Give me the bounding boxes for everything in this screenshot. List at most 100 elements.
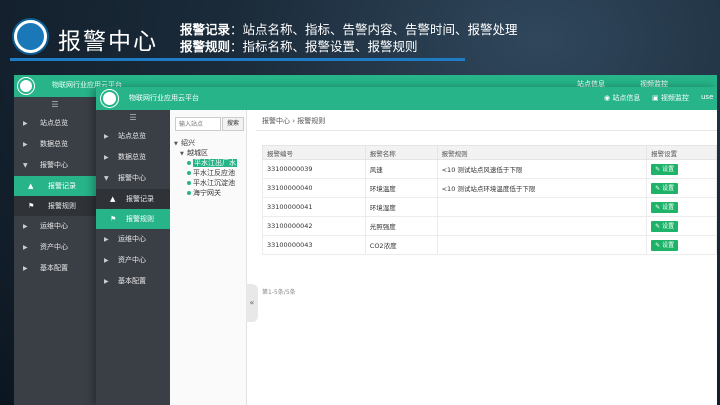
chevron-right-icon: ▶	[23, 265, 28, 272]
table-row: 33100000041 环境湿度 ✎ 设置	[262, 197, 717, 217]
desc-text: 指标名称、报警设置、报警规则	[242, 39, 418, 54]
sidebar-item-alarm-rules[interactable]: ⚑ 报警规则	[96, 209, 170, 229]
tree-leaf-site[interactable]: 平水江沉淀池	[174, 178, 237, 188]
chevron-right-icon: ▶	[104, 278, 109, 285]
settings-button[interactable]: ✎ 设置	[651, 163, 679, 175]
sidebar-item-label: 资产中心	[40, 243, 68, 251]
cell-rule	[436, 235, 648, 255]
front-app-window: 物联网行业应用云平台 ◉ 站点信息 ▣ 视频监控 use ☰ ▶ 站点总览 ▶ 数据…	[96, 87, 717, 405]
cell-action: ✎ 设置	[646, 159, 717, 179]
tree-leaf-site[interactable]: 海宁网关	[174, 188, 237, 198]
sidebar-item-basic-config[interactable]: ▶ 基本配置	[14, 258, 96, 279]
cell-name: 风速	[364, 159, 438, 179]
chevron-right-icon: ▶	[104, 236, 109, 243]
settings-button[interactable]: ✎ 设置	[651, 220, 679, 232]
back-sidebar: ☰ ▶ 站点总览 ▶ 数据总览 ▼ 报警中心 ▲ 报警记录 ⚑ 报警规则 ▶ 运维中心 ▶ 资…	[14, 97, 96, 405]
cell-rule	[436, 197, 648, 217]
sidebar-item-label: 报警规则	[48, 202, 76, 210]
sidebar-item-site-overview[interactable]: ▶ 站点总览	[14, 113, 96, 134]
column-header[interactable]: 报警规则	[436, 145, 648, 160]
cell-action: ✎ 设置	[646, 178, 717, 198]
video-monitor-link[interactable]: ▣ 视频监控	[652, 93, 689, 103]
sidebar-item-ops-center[interactable]: ▶ 运维中心	[14, 216, 96, 237]
divider	[256, 130, 717, 131]
site-dot-icon	[187, 191, 191, 195]
sidebar-item-asset-center[interactable]: ▶ 资产中心	[14, 237, 96, 258]
chevron-down-icon: ▼	[104, 175, 109, 182]
column-header[interactable]: 报警设置	[646, 145, 717, 160]
settings-button[interactable]: ✎ 设置	[651, 182, 679, 194]
sidebar-item-alarm-center[interactable]: ▼ 报警中心	[96, 168, 170, 189]
settings-button-label: 设置	[662, 241, 675, 249]
sidebar-item-alarm-rules[interactable]: ⚑ 报警规则	[14, 196, 96, 216]
slide-title: 报警中心	[58, 29, 158, 55]
sidebar-item-label: 基本配置	[40, 264, 68, 272]
cell-id: 33100000039	[262, 159, 366, 179]
sidebar-item-label: 站点总览	[118, 132, 146, 140]
chevron-right-icon: ▶	[23, 244, 28, 251]
settings-button-label: 设置	[662, 165, 675, 173]
sidebar-item-alarm-records[interactable]: ▲ 报警记录	[96, 189, 170, 209]
column-header[interactable]: 报警编号	[262, 145, 366, 160]
sidebar-item-ops-center[interactable]: ▶ 运维中心	[96, 229, 170, 250]
table-row: 33100000040 环境温度 <10 测试站点环境温度低于下限 ✎ 设置	[262, 178, 717, 198]
site-info-link[interactable]: ◉ 站点信息	[604, 93, 640, 103]
main-content: 报警中心 › 报警规则 报警编号 报警名称 报警规则 报警设置 33100000…	[256, 110, 717, 405]
search-button[interactable]: 搜索	[222, 117, 244, 131]
sidebar-item-label: 站点总览	[40, 119, 68, 127]
settings-button[interactable]: ✎ 设置	[651, 201, 679, 213]
tree-node-label: 绍兴	[181, 139, 195, 147]
settings-button-label: 设置	[662, 203, 675, 211]
sidebar-item-label: 报警记录	[48, 182, 76, 190]
sidebar-item-data-overview[interactable]: ▶ 数据总览	[96, 147, 170, 168]
menu-toggle-icon[interactable]: ☰	[14, 97, 96, 113]
menu-toggle-icon[interactable]: ☰	[96, 110, 170, 126]
sidebar-item-data-overview[interactable]: ▶ 数据总览	[14, 134, 96, 155]
front-sidebar: ☰ ▶ 站点总览 ▶ 数据总览 ▼ 报警中心 ▲ 报警记录 ⚑ 报警规则 ▶ 运维中心 ▶ 资…	[96, 110, 170, 405]
pagination-info: 第1-5条/5条	[262, 289, 296, 296]
sidebar-item-label: 报警记录	[126, 195, 154, 203]
sidebar-item-label: 运维中心	[40, 222, 68, 230]
tree-leaf-site[interactable]: 平水江反应池	[174, 168, 237, 178]
sidebar-item-label: 报警中心	[40, 161, 68, 169]
title-underline	[10, 58, 465, 61]
tree-leaf-site[interactable]: 平水江出厂水	[174, 158, 237, 168]
desc-sep: ：	[230, 22, 243, 37]
tree-node-label: 平水江反应池	[193, 169, 235, 177]
sidebar-item-label: 数据总览	[118, 153, 146, 161]
tree-node-root[interactable]: ▼ 绍兴	[174, 138, 237, 148]
cell-rule: <10 测试站点风速低于下限	[436, 159, 648, 179]
user-menu[interactable]: use	[701, 93, 713, 101]
breadcrumb: 报警中心 › 报警规则	[262, 117, 326, 125]
sidebar-item-alarm-center[interactable]: ▼ 报警中心	[14, 155, 96, 176]
settings-button-label: 设置	[662, 222, 675, 230]
flag-icon: ⚑	[28, 202, 35, 210]
site-info-label: 站点信息	[612, 94, 641, 102]
sidebar-item-label: 基本配置	[118, 277, 146, 285]
desc-key: 报警规则	[180, 39, 231, 54]
site-dot-icon	[187, 161, 191, 165]
chevron-right-icon: ▶	[104, 133, 109, 140]
sidebar-item-alarm-records[interactable]: ▲ 报警记录	[14, 176, 96, 196]
settings-button[interactable]: ✎ 设置	[651, 239, 679, 251]
title-circle-icon	[14, 20, 47, 53]
cell-action: ✎ 设置	[646, 216, 717, 236]
table-row: 33100000043 CO2浓度 ✎ 设置	[262, 235, 717, 255]
table-header-row: 报警编号 报警名称 报警规则 报警设置	[262, 145, 717, 160]
site-tree-panel: 搜索 ▼绍兴 ▼越城区 平水江出厂水 平水江反应池 平水江沉淀池 海宁网关	[170, 110, 247, 405]
cell-id: 33100000042	[262, 216, 366, 236]
site-search-input[interactable]	[175, 117, 221, 131]
sidebar-item-asset-center[interactable]: ▶ 资产中心	[96, 250, 170, 271]
chevron-right-icon: ▶	[104, 257, 109, 264]
cell-name: CO2浓度	[364, 235, 438, 255]
globe-logo-icon	[18, 78, 34, 94]
warning-icon: ▲	[110, 195, 116, 203]
column-header[interactable]: 报警名称	[364, 145, 438, 160]
site-dot-icon	[187, 181, 191, 185]
tree-node-district[interactable]: ▼ 越城区	[174, 148, 237, 158]
settings-button-label: 设置	[662, 184, 675, 192]
desc-sep: ：	[230, 39, 243, 54]
chevron-right-icon: ▶	[23, 141, 28, 148]
sidebar-item-site-overview[interactable]: ▶ 站点总览	[96, 126, 170, 147]
sidebar-item-basic-config[interactable]: ▶ 基本配置	[96, 271, 170, 292]
